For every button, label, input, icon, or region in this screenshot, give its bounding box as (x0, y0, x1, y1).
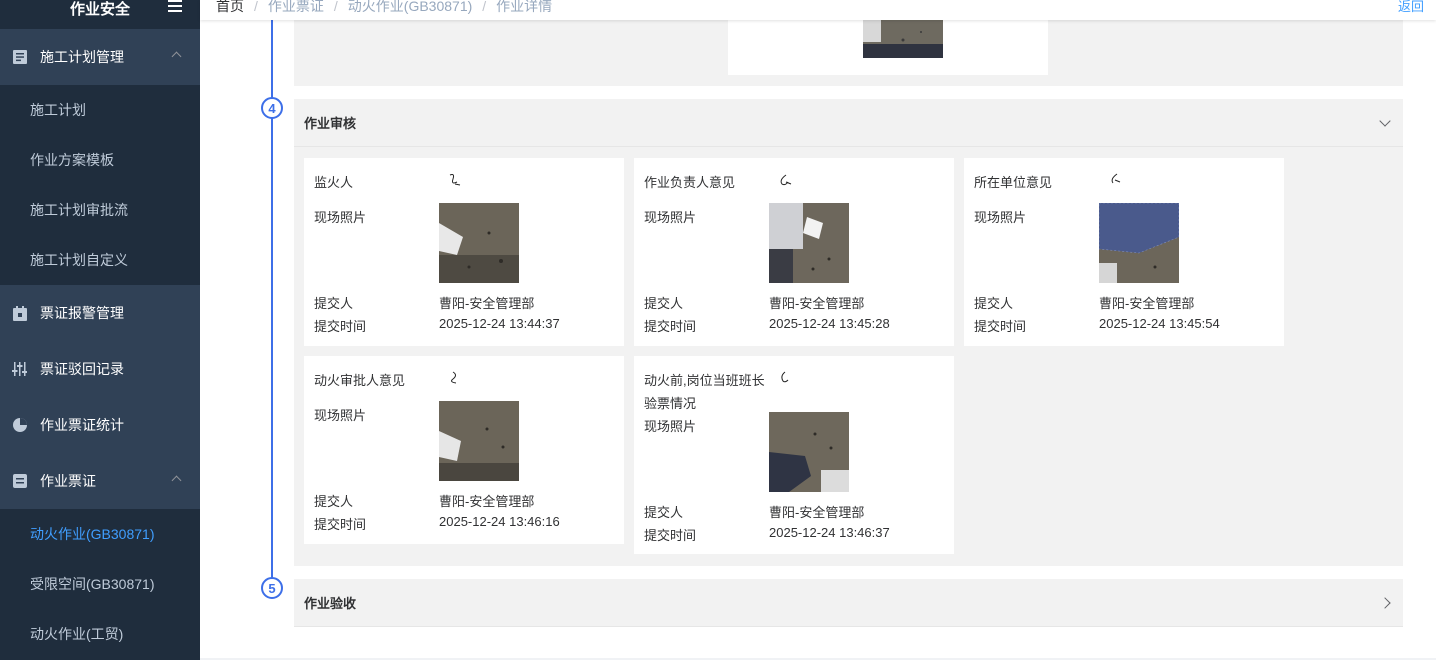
sliders-icon (12, 362, 27, 377)
timeline-line (271, 0, 273, 580)
sidebar-group-label: 作业票证统计 (40, 417, 124, 433)
card-label: 作业负责人意见 (644, 175, 736, 190)
submitter-value: 曹阳-安全管理部 (769, 296, 865, 311)
review-card-shift-leader-check: 动火前,岗位当班班长 验票情况 现场照片 提交人 曹阳-安全管理部 提交时间 2… (634, 356, 954, 554)
hamburger-menu-icon[interactable] (168, 0, 182, 12)
step-4-marker: 4 (261, 97, 283, 119)
card-label: 动火审批人意见 (314, 373, 406, 388)
sidebar-group-stats[interactable]: 作业票证统计 (0, 397, 200, 453)
site-photo[interactable] (439, 203, 519, 283)
submitter-label: 提交人 (974, 296, 1014, 311)
breadcrumb-current: 作业详情 (496, 0, 553, 14)
submitter-value: 曹阳-安全管理部 (769, 505, 865, 520)
site-photo[interactable] (769, 412, 849, 492)
submit-time-label: 提交时间 (314, 319, 367, 334)
sidebar-group-label: 票证驳回记录 (40, 361, 124, 377)
signature-image[interactable] (447, 370, 463, 386)
review-card-hot-work-approver: 动火审批人意见 现场照片 提交人 曹阳-安全管理部 提交时间 2025-12-2… (304, 356, 624, 544)
submit-time-value: 2025-12-24 13:45:28 (769, 316, 890, 331)
submit-time-value: 2025-12-24 13:45:54 (1099, 316, 1220, 331)
chevron-down-icon[interactable] (1379, 115, 1391, 127)
submit-time-value: 2025-12-24 13:46:16 (439, 514, 560, 529)
signature-image[interactable] (777, 370, 793, 386)
step-5-panel: 作业验收 (294, 579, 1403, 627)
breadcrumb-separator: / (482, 0, 487, 14)
photo-label: 现场照片 (314, 210, 367, 225)
sidebar-item-approval-flow[interactable]: 施工计划审批流 (0, 185, 200, 235)
site-photo[interactable] (863, 20, 943, 58)
sidebar-item-hot-work-gb[interactable]: 动火作业(GB30871) (0, 509, 200, 559)
main-content: 4 5 作业审核 监火人 现场照片 提交人 曹阳-安全管理部 提交时间 2025… (200, 0, 1436, 658)
step-title: 作业验收 (304, 596, 357, 611)
submit-time-label: 提交时间 (314, 517, 367, 532)
sidebar-group-tickets[interactable]: 作业票证 (0, 453, 200, 509)
submit-time-value: 2025-12-24 13:44:37 (439, 316, 560, 331)
site-photo[interactable] (1099, 203, 1179, 283)
list-icon (12, 50, 27, 65)
chevron-right-icon[interactable] (1379, 597, 1391, 609)
photo-label: 现场照片 (314, 408, 367, 423)
sidebar: 作业安全 施工计划管理 施工计划 作业方案模板 施工计划审批流 施工计划自定义 … (0, 0, 200, 660)
chevron-up-icon (171, 475, 182, 486)
submit-time-label: 提交时间 (644, 319, 697, 334)
breadcrumb-bar: 首页 / 作业票证 / 动火作业(GB30871) / 作业详情 返回 (200, 0, 1436, 20)
breadcrumb-separator: / (333, 0, 338, 14)
sidebar-item-plan-custom[interactable]: 施工计划自定义 (0, 235, 200, 285)
site-photo[interactable] (439, 401, 519, 481)
card-label-line1: 动火前,岗位当班班长 (644, 373, 765, 388)
submit-time-label: 提交时间 (644, 528, 697, 543)
sidebar-group-alarm[interactable]: 票证报警管理 (0, 285, 200, 341)
signature-image[interactable] (777, 172, 793, 188)
sidebar-item-plan[interactable]: 施工计划 (0, 85, 200, 135)
app-title: 作业安全 (69, 0, 130, 18)
submit-time-label: 提交时间 (974, 319, 1027, 334)
sidebar-item-hot-work-trade[interactable]: 动火作业(工贸) (0, 609, 200, 659)
sidebar-header: 作业安全 (0, 0, 200, 22)
submit-time-value: 2025-12-24 13:46:37 (769, 525, 890, 540)
sidebar-group-label: 作业票证 (40, 473, 96, 489)
back-link[interactable]: 返回 (1398, 0, 1424, 15)
breadcrumb-hot-work[interactable]: 动火作业(GB30871) (348, 0, 472, 14)
photo-label: 现场照片 (644, 419, 697, 434)
submitter-label: 提交人 (314, 296, 354, 311)
breadcrumb-separator: / (254, 0, 258, 14)
step-5-marker: 5 (261, 577, 283, 599)
pie-chart-icon (12, 418, 27, 433)
review-card-fire-watcher: 监火人 现场照片 提交人 曹阳-安全管理部 提交时间 2025-12-24 13… (304, 158, 624, 346)
step-title: 作业审核 (304, 116, 357, 131)
step-4-panel: 作业审核 监火人 现场照片 提交人 曹阳-安全管理部 提交时间 2025-12-… (294, 99, 1403, 566)
review-card-work-leader: 作业负责人意见 现场照片 提交人 曹阳-安全管理部 提交时间 2025-12-2… (634, 158, 954, 346)
submitter-value: 曹阳-安全管理部 (1099, 296, 1195, 311)
breadcrumb-tickets[interactable]: 作业票证 (268, 0, 324, 14)
signature-image[interactable] (447, 172, 463, 188)
card-label: 所在单位意见 (974, 175, 1053, 190)
submitter-label: 提交人 (644, 505, 684, 520)
submitter-label: 提交人 (644, 296, 684, 311)
submitter-value: 曹阳-安全管理部 (439, 494, 535, 509)
site-photo[interactable] (769, 203, 849, 283)
sidebar-item-confined-space-gb[interactable]: 受限空间(GB30871) (0, 559, 200, 609)
sidebar-group-label: 票证报警管理 (40, 305, 124, 321)
breadcrumb: 首页 / 作业票证 / 动火作业(GB30871) / 作业详情 (216, 0, 552, 16)
breadcrumb-home[interactable]: 首页 (216, 0, 244, 14)
photo-label: 现场照片 (644, 210, 697, 225)
sidebar-group-label: 施工计划管理 (40, 49, 124, 65)
sidebar-item-scheme-template[interactable]: 作业方案模板 (0, 135, 200, 185)
submitter-label: 提交人 (314, 494, 354, 509)
step-4-header[interactable]: 作业审核 (294, 99, 1403, 147)
submitter-value: 曹阳-安全管理部 (439, 296, 535, 311)
calendar-icon (12, 305, 27, 321)
ticket-icon (12, 474, 27, 489)
sidebar-group-reject[interactable]: 票证驳回记录 (0, 341, 200, 397)
chevron-up-icon (171, 51, 182, 62)
review-card-unit-opinion: 所在单位意见 现场照片 提交人 曹阳-安全管理部 提交时间 2025-12-24… (964, 158, 1284, 346)
signature-image[interactable] (1107, 172, 1123, 188)
card-label: 监火人 (314, 175, 354, 190)
sidebar-group-plan[interactable]: 施工计划管理 (0, 29, 200, 85)
photo-label: 现场照片 (974, 210, 1027, 225)
card-label-line2: 验票情况 (644, 396, 697, 411)
step-5-header[interactable]: 作业验收 (294, 579, 1403, 627)
